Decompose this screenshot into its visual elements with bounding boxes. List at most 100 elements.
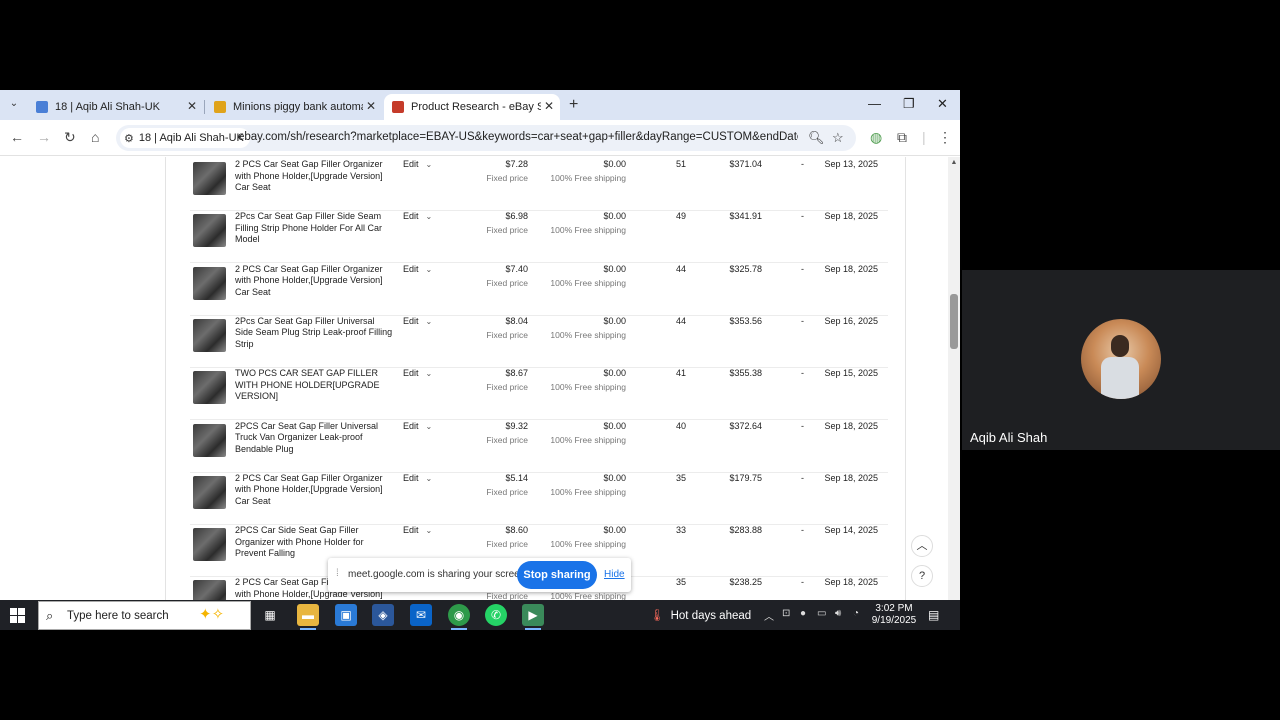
url-text[interactable]: ebay.com/sh/research?marketplace=EBAY-US…: [238, 131, 798, 143]
last-sold-date: Sep 18, 2025: [824, 263, 878, 274]
page-scrollbar[interactable]: ▲ ▼: [948, 157, 960, 630]
chevron-down-icon[interactable]: ⌄: [426, 422, 433, 431]
microphone-icon[interactable]: ●: [800, 608, 806, 619]
table-row[interactable]: 2 PCS Car Seat Gap Filler Organizer with…: [190, 159, 888, 211]
chevron-down-icon[interactable]: ⌄: [426, 474, 433, 483]
product-title[interactable]: 2PCS Car Side Seat Gap Filler Organizer …: [235, 525, 393, 560]
profile-extension-icon[interactable]: ◍: [870, 129, 882, 146]
chevron-down-icon[interactable]: ⌄: [426, 265, 433, 274]
edit-button[interactable]: Edit ⌄: [403, 264, 432, 274]
close-tab-icon[interactable]: ✕: [187, 99, 197, 113]
product-title[interactable]: TWO PCS CAR SEAT GAP FILLER WITH PHONE H…: [235, 368, 393, 403]
product-thumbnail[interactable]: [193, 528, 226, 562]
site-info-chip[interactable]: ⚙ 18 | Aqib Ali Shah-UK: [120, 128, 250, 148]
search-icon[interactable]: 🔍︎: [808, 130, 825, 146]
taskbar-search-box[interactable]: ⌕ Type here to search ✦✧: [38, 601, 251, 630]
help-button[interactable]: ?: [911, 565, 933, 587]
product-thumbnail[interactable]: [193, 162, 226, 195]
edit-button[interactable]: Edit ⌄: [403, 525, 432, 535]
tab-search-icon[interactable]: ⌄: [6, 98, 22, 112]
outlook-icon[interactable]: ✉: [410, 604, 432, 626]
task-view-icon[interactable]: ▦: [259, 604, 281, 626]
stop-sharing-button[interactable]: Stop sharing: [517, 561, 597, 589]
weather-widget[interactable]: 🌡︎ Hot days ahead: [650, 608, 751, 622]
restore-icon[interactable]: ❐: [903, 96, 915, 112]
table-row[interactable]: TWO PCS CAR SEAT GAP FILLER WITH PHONE H…: [190, 368, 888, 421]
address-bar[interactable]: ⚙ 18 | Aqib Ali Shah-UK ebay.com/sh/rese…: [116, 125, 856, 151]
scroll-up-arrow-icon[interactable]: ▲: [948, 159, 960, 166]
edit-button[interactable]: Edit ⌄: [403, 473, 432, 483]
edit-button[interactable]: Edit ⌄: [403, 421, 432, 431]
browser-toolbar: ← → ↻ ⌂ ⚙ 18 | Aqib Ali Shah-UK ebay.com…: [0, 120, 960, 156]
arrow-left-icon[interactable]: ←: [10, 129, 24, 145]
new-tab-icon[interactable]: +: [569, 96, 578, 114]
volume-icon[interactable]: 🔊︎: [835, 608, 841, 619]
product-title[interactable]: 2Pcs Car Seat Gap Filler Side Seam Filli…: [235, 211, 393, 246]
table-row[interactable]: 2 PCS Car Seat Gap Filler Organizer with…: [190, 473, 888, 525]
meet-tray-icon[interactable]: ⊡: [782, 608, 790, 619]
edit-label: Edit: [403, 211, 419, 222]
chevron-down-icon[interactable]: ⌄: [426, 212, 433, 221]
reload-icon[interactable]: ↻: [64, 129, 76, 146]
product-title[interactable]: 2 PCS Car Seat Gap Filler Organizer with…: [235, 159, 393, 194]
table-row[interactable]: 2Pcs Car Seat Gap Filler Universal Side …: [190, 316, 888, 368]
wifi-icon[interactable]: ◔: [853, 608, 859, 619]
star-icon[interactable]: ☆: [832, 130, 844, 146]
edit-button[interactable]: Edit ⌄: [403, 368, 432, 378]
product-title[interactable]: 2 PCS Car Seat Gap Filler Organizer with…: [235, 473, 393, 508]
product-thumbnail[interactable]: [193, 423, 226, 457]
meet-icon[interactable]: ▶: [522, 604, 544, 630]
thermometer-icon: 🌡︎: [650, 610, 665, 622]
tab-product-research[interactable]: Product Research - eBay Seller ✕: [384, 94, 560, 120]
product-thumbnail[interactable]: [193, 475, 226, 509]
table-row[interactable]: 2PCS Car Seat Gap Filler Universal Truck…: [190, 421, 888, 473]
tab-aqib[interactable]: 18 | Aqib Ali Shah-UK ✕: [28, 94, 203, 120]
arrow-right-icon[interactable]: →: [37, 129, 51, 145]
product-thumbnail[interactable]: [193, 266, 226, 300]
chevron-down-icon[interactable]: ⌄: [426, 317, 433, 326]
puzzle-icon[interactable]: ⧉: [897, 129, 907, 146]
product-title[interactable]: 2PCS Car Seat Gap Filler Universal Truck…: [235, 421, 393, 456]
scroll-to-top-button[interactable]: ︿: [911, 535, 933, 557]
chevron-down-icon[interactable]: ⌄: [426, 369, 433, 378]
drag-handle-icon[interactable]: ⁞: [336, 568, 339, 579]
edit-button[interactable]: Edit ⌄: [403, 316, 432, 326]
table-row[interactable]: 2 PCS Car Seat Gap Filler Organizer with…: [190, 264, 888, 316]
minimize-icon[interactable]: —: [868, 96, 881, 111]
whatsapp-icon[interactable]: ✆: [485, 604, 507, 626]
home-icon[interactable]: ⌂: [91, 129, 99, 145]
chevron-down-icon[interactable]: ⌄: [426, 526, 433, 535]
product-thumbnail[interactable]: [193, 371, 226, 405]
taskbar-clock[interactable]: 3:02 PM 9/19/2025: [862, 603, 926, 627]
file-explorer-icon[interactable]: ▬: [297, 604, 319, 630]
close-tab-icon[interactable]: ✕: [366, 99, 376, 113]
battery-icon[interactable]: ▭: [817, 608, 826, 619]
avatar-head: [1111, 335, 1129, 357]
close-window-icon[interactable]: ✕: [937, 96, 948, 112]
scroll-thumb[interactable]: [950, 294, 958, 349]
avg-shipping: $0.00: [603, 368, 626, 379]
edit-button[interactable]: Edit ⌄: [403, 159, 432, 169]
edit-button[interactable]: Edit ⌄: [403, 211, 432, 221]
total-sales: $372.64: [729, 420, 762, 431]
participant-tile[interactable]: Aqib Ali Shah: [962, 270, 1280, 450]
notifications-icon[interactable]: ▤: [928, 608, 939, 622]
chevron-down-icon[interactable]: ⌄: [426, 160, 433, 169]
close-tab-icon[interactable]: ✕: [544, 99, 554, 113]
hide-banner-link[interactable]: Hide: [604, 569, 625, 580]
chrome-icon[interactable]: ◉: [448, 604, 470, 630]
chevron-up-icon[interactable]: ︿: [764, 608, 774, 623]
product-thumbnail[interactable]: [193, 214, 226, 248]
tab-minions[interactable]: Minions piggy bank automatic ✕: [206, 94, 382, 120]
product-thumbnail[interactable]: [193, 318, 226, 352]
product-title[interactable]: 2Pcs Car Seat Gap Filler Universal Side …: [235, 316, 393, 351]
store-icon[interactable]: ▣: [335, 604, 357, 626]
product-title[interactable]: 2 PCS Car Seat Gap Filler Organizer with…: [235, 264, 393, 299]
app-icon[interactable]: ◈: [372, 604, 394, 626]
table-row[interactable]: 2Pcs Car Seat Gap Filler Side Seam Filli…: [190, 211, 888, 264]
avg-shipping: $0.00: [603, 525, 626, 536]
tab-title: Product Research - eBay Seller: [411, 101, 541, 113]
total-sold: 35: [675, 472, 686, 483]
kebab-menu-icon[interactable]: ⋮: [938, 129, 952, 146]
windows-start-icon[interactable]: [10, 608, 25, 623]
